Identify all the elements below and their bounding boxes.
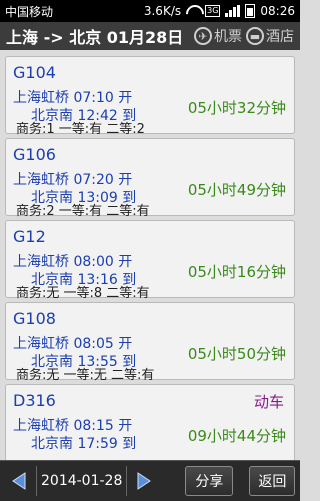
travel-duration: 05小时49分钟 [187,181,286,199]
next-day-button[interactable] [133,470,155,492]
chevron-right-icon [137,472,152,490]
train-card[interactable]: G12 上海虹桥 08:00 开 北京南 13:16 到 商务:无 一等:8 二… [5,220,295,301]
flights-label: 机票 [214,29,242,45]
arrival-info: 北京南 17:59 到 [31,436,137,452]
status-bar: 中国移动 3.6K/s 3G 08:26 [0,0,300,22]
train-code: G104 [13,63,56,82]
train-card[interactable]: G104 上海虹桥 07:10 开 北京南 12:42 到 商务:1 一等:有 … [5,56,295,137]
status-icons: 3.6K/s 3G 08:26 [144,4,295,18]
train-code: G12 [13,227,46,246]
train-code: G108 [13,309,56,328]
departure-info: 上海虹桥 07:20 开 [13,172,133,188]
seat-availability: 商务:1 一等:有 二等:2 [16,122,145,137]
wifi-icon [186,5,200,17]
bed-icon: ▬ [246,27,264,45]
carrier-name: 中国移动 [5,4,54,19]
route-title: 上海 -> 北京 01月28日 [6,28,184,47]
hotels-label: 酒店 [266,29,294,45]
seat-availability: 商务:无 一等:无 二等:有 [16,368,155,383]
train-type-label: 动车 [253,393,284,411]
network-type-icon: 3G [205,5,221,17]
travel-duration: 05小时16分钟 [187,263,286,281]
train-code: D316 [13,391,56,410]
current-date: 2014-01-28 [36,466,128,496]
share-button[interactable]: 分享 [185,466,234,496]
clock: 08:26 [260,4,295,18]
travel-duration: 05小时32分钟 [187,99,286,117]
train-card[interactable]: G108 上海虹桥 08:05 开 北京南 13:55 到 商务:无 一等:无 … [5,302,295,383]
chevron-left-icon [12,472,26,490]
departure-info: 上海虹桥 08:15 开 [13,418,133,434]
train-card[interactable]: G106 上海虹桥 07:20 开 北京南 13:09 到 商务:2 一等:有 … [5,138,295,219]
departure-info: 上海虹桥 08:00 开 [13,254,133,270]
flights-button[interactable]: ✈ 机票 [194,26,242,46]
train-list[interactable]: G104 上海虹桥 07:10 开 北京南 12:42 到 商务:1 一等:有 … [0,50,300,460]
seat-availability: 商务:无 一等:8 二等:有 [16,286,150,301]
departure-info: 上海虹桥 07:10 开 [13,90,133,106]
seat-availability: 商务:2 一等:有 二等:有 [16,204,150,219]
back-button[interactable]: 返回 [249,466,296,496]
airplane-icon: ✈ [194,27,212,45]
travel-duration: 09小时44分钟 [187,427,286,445]
battery-icon [245,4,256,18]
departure-info: 上海虹桥 08:05 开 [13,336,133,352]
hotels-button[interactable]: ▬ 酒店 [246,26,294,46]
train-card[interactable]: D316 动车 上海虹桥 08:15 开 北京南 17:59 到 09小时44分… [5,384,295,460]
bottom-toolbar: 2014-01-28 分享 返回 [0,460,300,501]
train-code: G106 [13,145,56,164]
signal-icon [225,5,241,17]
previous-day-button[interactable] [8,470,30,492]
app-header: 上海 -> 北京 01月28日 ✈ 机票 ▬ 酒店 [0,22,300,50]
network-speed: 3.6K/s [143,4,182,18]
travel-duration: 05小时50分钟 [187,345,286,363]
